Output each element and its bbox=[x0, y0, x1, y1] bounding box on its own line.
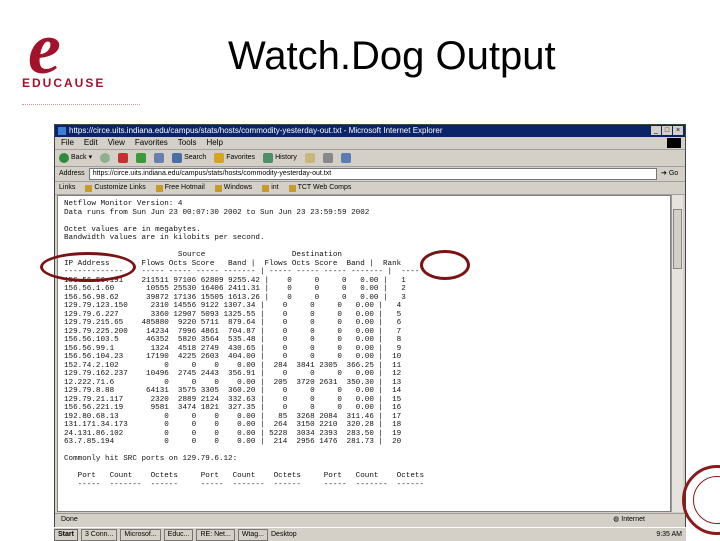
forward-arrow-icon bbox=[100, 153, 111, 163]
address-bar: Address https://circe.uits.indiana.edu/c… bbox=[55, 167, 685, 182]
ip-address-highlight-ellipse bbox=[40, 252, 136, 282]
university-seal bbox=[682, 465, 720, 535]
logo-divider bbox=[22, 104, 140, 107]
window-title: https://circe.uits.indiana.edu/campus/st… bbox=[69, 126, 443, 135]
link-int[interactable]: int bbox=[262, 182, 279, 194]
menu-favorites[interactable]: Favorites bbox=[135, 137, 168, 149]
link-page-icon bbox=[262, 184, 270, 192]
security-zone: ◍ Internet bbox=[613, 516, 645, 523]
links-label: Links bbox=[59, 184, 76, 191]
browser-window: https://circe.uits.indiana.edu/campus/st… bbox=[54, 124, 686, 528]
vertical-scrollbar[interactable] bbox=[671, 195, 683, 512]
menu-file[interactable]: File bbox=[61, 137, 74, 149]
print-button[interactable] bbox=[322, 150, 333, 166]
edit-icon bbox=[340, 153, 351, 163]
stop-icon bbox=[118, 153, 129, 163]
edit-button[interactable] bbox=[340, 150, 351, 166]
educause-logo: e EDUCAUSE bbox=[14, 12, 154, 105]
link-page-icon bbox=[214, 184, 222, 192]
status-bar: Done ◍ Internet bbox=[55, 513, 685, 525]
refresh-button[interactable] bbox=[136, 150, 147, 166]
address-input[interactable]: https://circe.uits.indiana.edu/campus/st… bbox=[88, 168, 657, 180]
windows-logo-icon bbox=[667, 138, 681, 148]
menu-help[interactable]: Help bbox=[206, 137, 222, 149]
netflow-report-text: Netflow Monitor Version: 4 Data runs fro… bbox=[64, 200, 425, 489]
ie-window-icon bbox=[58, 127, 66, 135]
link-customize[interactable]: Customize Links bbox=[85, 182, 146, 194]
menu-bar: File Edit View Favorites Tools Help bbox=[55, 137, 685, 150]
taskbar-item[interactable]: Wtag... bbox=[237, 528, 268, 541]
taskbar-item[interactable]: Educ... bbox=[163, 528, 194, 541]
link-page-icon bbox=[288, 184, 296, 192]
stop-button[interactable] bbox=[118, 150, 129, 166]
link-windows[interactable]: Windows bbox=[214, 182, 252, 194]
globe-icon: ◍ bbox=[613, 516, 620, 523]
scrollbar-thumb[interactable] bbox=[673, 209, 682, 269]
back-arrow-icon bbox=[59, 153, 69, 163]
window-titlebar: https://circe.uits.indiana.edu/campus/st… bbox=[55, 125, 685, 137]
home-icon bbox=[154, 153, 165, 163]
mail-button[interactable] bbox=[304, 150, 315, 166]
menu-edit[interactable]: Edit bbox=[84, 137, 98, 149]
link-page-icon bbox=[155, 184, 163, 192]
menu-tools[interactable]: Tools bbox=[178, 137, 197, 149]
rank-highlight-ellipse bbox=[420, 250, 470, 280]
history-button[interactable]: History bbox=[263, 150, 297, 166]
seal-inner-ring bbox=[693, 476, 720, 524]
logo-wordmark: EDUCAUSE bbox=[22, 76, 106, 90]
back-button[interactable]: Back ▾ bbox=[59, 150, 92, 166]
menu-view[interactable]: View bbox=[108, 137, 125, 149]
link-page-icon bbox=[85, 184, 93, 192]
start-button[interactable]: Start bbox=[54, 528, 78, 541]
refresh-icon bbox=[136, 153, 147, 163]
tray-desktop[interactable]: Desktop bbox=[271, 531, 297, 538]
close-button[interactable]: × bbox=[673, 126, 683, 135]
go-button[interactable]: ➔ Go bbox=[661, 167, 685, 181]
search-button[interactable]: Search bbox=[172, 150, 206, 166]
page-content: Netflow Monitor Version: 4 Data runs fro… bbox=[57, 195, 671, 512]
link-hotmail[interactable]: Free Hotmail bbox=[155, 182, 205, 194]
taskbar-item[interactable]: RE: Net... bbox=[196, 528, 235, 541]
link-tct[interactable]: TCT Web Comps bbox=[288, 182, 351, 194]
taskbar-clock: 9:35 AM bbox=[656, 531, 682, 538]
forward-button[interactable] bbox=[100, 150, 111, 166]
taskbar-item[interactable]: Microsof... bbox=[120, 528, 161, 541]
links-bar: Links Customize Links Free Hotmail Windo… bbox=[55, 182, 685, 195]
search-icon bbox=[172, 153, 183, 163]
slide-title: Watch.Dog Output bbox=[228, 34, 556, 78]
address-label: Address bbox=[59, 170, 85, 177]
history-icon bbox=[263, 153, 274, 163]
status-text: Done bbox=[61, 516, 78, 523]
home-button[interactable] bbox=[154, 150, 165, 166]
taskbar-item[interactable]: 3 Conn... bbox=[80, 528, 118, 541]
taskbar: Start 3 Conn... Microsof... Educ... RE: … bbox=[54, 527, 686, 541]
print-icon bbox=[322, 153, 333, 163]
mail-icon bbox=[304, 153, 315, 163]
logo-letter: e bbox=[28, 8, 61, 90]
favorites-icon bbox=[214, 153, 225, 163]
minimize-button[interactable]: _ bbox=[651, 126, 661, 135]
favorites-button[interactable]: Favorites bbox=[214, 150, 255, 166]
standard-toolbar: Back ▾ Search Favorites History bbox=[55, 150, 685, 167]
maximize-button[interactable]: □ bbox=[662, 126, 672, 135]
